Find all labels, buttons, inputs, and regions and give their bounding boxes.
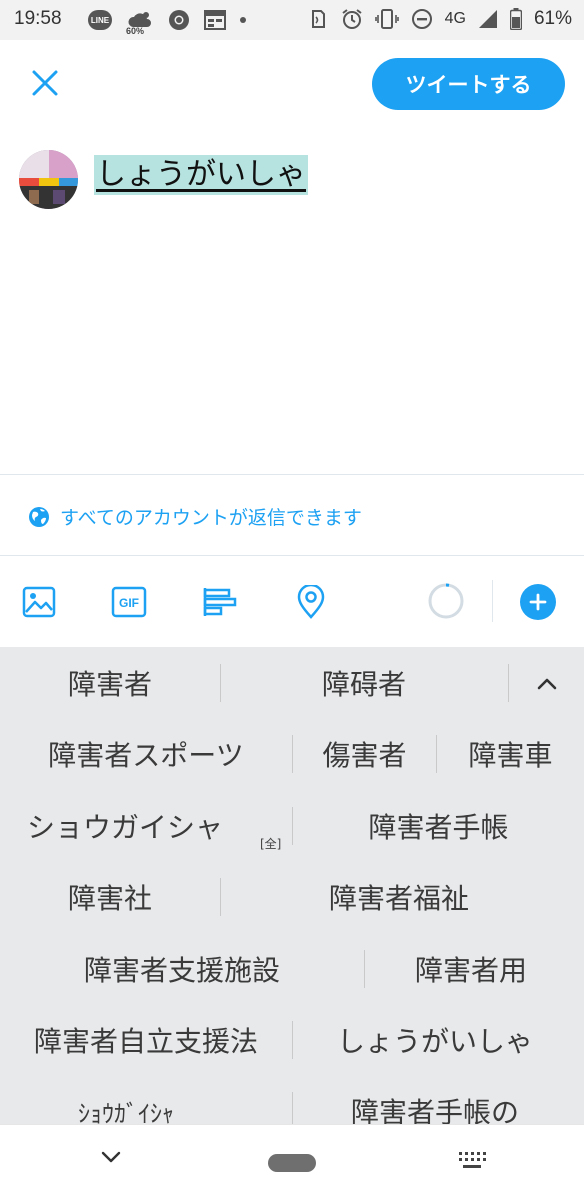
suggestion-row: 障害者スポーツ 傷害者 障害車 [0, 718, 584, 790]
suggestion-item[interactable]: 障害者手帳 [293, 790, 584, 862]
suggestion-item[interactable]: 障害者手帳の [293, 1075, 577, 1124]
character-count-ring [428, 583, 464, 619]
tweet-text-input[interactable]: しょうがいしゃ [94, 155, 308, 195]
suggestion-item[interactable]: 障害社 [0, 861, 220, 933]
add-tweet-button[interactable] [520, 584, 556, 620]
more-notifications-icon [240, 17, 246, 23]
suggestion-item[interactable]: しょうがいしゃ [293, 1004, 577, 1076]
suggestion-item[interactable]: 障碍者 [221, 647, 507, 719]
image-icon [22, 586, 56, 618]
ime-suggestion-panel: 障害者 障碍者 障害者スポーツ 傷害者 障害車 ショウガイシャ [全] 障害者手… [0, 647, 584, 1124]
suggestion-row: 障害者支援施設 障害者用 [0, 933, 584, 1005]
suggestion-item[interactable]: 障害者 [0, 647, 220, 719]
reply-setting-label: すべてのアカウントが返信できます [60, 507, 362, 529]
suggestion-item[interactable]: ｼｮｳｶﾞｲｼｬ [0, 1075, 252, 1125]
add-poll-button[interactable] [202, 584, 238, 620]
suggestion-item[interactable]: 障害車 [437, 718, 584, 790]
suggestion-row: 障害者 障碍者 [0, 647, 584, 719]
add-image-button[interactable] [21, 584, 57, 620]
suggestion-row: 障害社 障害者福祉 [0, 861, 584, 933]
alarm-icon [341, 8, 363, 30]
chevron-up-icon [537, 678, 556, 690]
home-pill-button[interactable] [268, 1154, 316, 1172]
divider [0, 474, 584, 475]
plus-icon [529, 593, 547, 611]
vibrate-icon [374, 8, 399, 30]
divider [0, 555, 584, 556]
suggestion-item[interactable]: 障害者スポーツ [0, 718, 292, 790]
suggestion-item[interactable]: 障害者用 [365, 933, 577, 1005]
hide-keyboard-button[interactable] [100, 1149, 122, 1169]
suggestion-item[interactable]: 障害者福祉 [221, 861, 577, 933]
add-gif-button[interactable]: GIF [111, 584, 147, 620]
chrome-icon [168, 9, 190, 31]
navigation-bar [0, 1124, 584, 1201]
tweet-button[interactable]: ツイートする [372, 58, 565, 110]
line-app-icon: LINE [88, 10, 112, 30]
nfc-icon [307, 8, 329, 30]
toolbar-separator [492, 580, 493, 622]
reply-setting-button[interactable]: すべてのアカウントが返信できます [28, 503, 362, 530]
suggestion-row: ｼｮｳｶﾞｲｼｬ 障害者手帳の [0, 1075, 584, 1124]
suggestion-row: ショウガイシャ [全] 障害者手帳 [0, 790, 584, 862]
avatar[interactable] [19, 150, 78, 209]
network-type: 4G [444, 10, 466, 27]
close-button[interactable] [28, 66, 62, 100]
switch-keyboard-button[interactable] [458, 1151, 486, 1175]
gif-label: GIF [119, 596, 139, 610]
fullwidth-tag: [全] [260, 837, 282, 851]
status-time: 19:58 [14, 8, 62, 29]
notification-icons: LINE 60% [88, 7, 246, 36]
suggestion-item[interactable]: 障害者自立支援法 [0, 1004, 292, 1076]
weather-percent: 60% [126, 26, 145, 36]
gif-icon: GIF [111, 586, 147, 618]
chevron-down-icon [101, 1151, 121, 1163]
battery-icon [509, 8, 522, 30]
poll-icon [203, 588, 237, 616]
globe-icon [29, 506, 49, 527]
battery-percent: 61% [533, 8, 572, 29]
system-icons: 4G 61% [307, 8, 572, 30]
weather-icon: 60% [126, 7, 154, 36]
add-location-button[interactable] [293, 584, 329, 620]
calendar-icon [204, 10, 226, 30]
close-icon [32, 70, 58, 96]
location-icon [297, 585, 325, 619]
signal-icon [478, 9, 498, 29]
collapse-suggestions-button[interactable] [509, 647, 584, 719]
keyboard-icon [459, 1152, 486, 1168]
suggestion-item[interactable]: 障害者支援施設 [0, 933, 364, 1005]
suggestion-row: 障害者自立支援法 しょうがいしゃ [0, 1004, 584, 1076]
suggestion-item[interactable]: 傷害者 [293, 718, 436, 790]
status-bar: 19:58 LINE 60% 4G 61% [0, 0, 584, 40]
do-not-disturb-icon [411, 8, 433, 30]
suggestion-item[interactable]: ショウガイシャ [0, 790, 250, 862]
